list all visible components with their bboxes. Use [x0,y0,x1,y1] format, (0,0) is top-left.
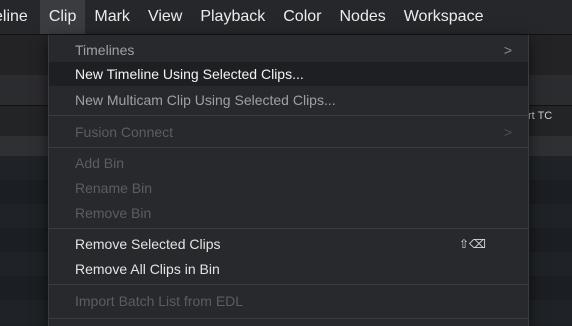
menu-item-fusion-connect[interactable]: Fusion Connect > [49,120,528,144]
clip-menu-dropdown: Timelines > New Timeline Using Selected … [48,35,529,326]
menu-item-new-multicam[interactable]: New Multicam Clip Using Selected Clips..… [49,88,528,112]
menu-item-label: New Multicam Clip Using Selected Clips..… [75,92,336,108]
menu-playback[interactable]: Playback [191,0,274,34]
menu-workspace[interactable]: Workspace [395,0,493,34]
menu-item-rename-bin[interactable]: Rename Bin [49,176,528,200]
chevron-right-icon: > [503,42,512,58]
chevron-right-icon: > [503,124,512,140]
menu-view[interactable]: View [139,0,191,34]
menu-item-label: Remove Bin [75,205,152,221]
menu-item-label: Rename Bin [75,180,153,196]
menu-separator [49,284,528,285]
keyboard-shortcut: ⇧⌫ [459,237,487,251]
start-tc-column-header[interactable]: rt TC [528,110,552,122]
menu-separator [49,318,528,319]
menu-item-remove-bin[interactable]: Remove Bin [49,201,528,225]
menu-item-timelines[interactable]: Timelines > [49,38,528,62]
menu-item-label: Timelines [75,42,135,58]
menu-item-import-batch-list[interactable]: Import Batch List from EDL [49,289,528,313]
menu-item-remove-all-clips[interactable]: Remove All Clips in Bin [49,257,528,281]
menu-item-label: Remove Selected Clips [75,236,221,252]
menu-clip[interactable]: Clip [39,0,86,34]
menu-separator [49,147,528,148]
menu-separator [49,228,528,229]
menu-mark[interactable]: Mark [85,0,139,34]
menu-item-label: Remove All Clips in Bin [75,261,220,277]
menu-nodes[interactable]: Nodes [330,0,394,34]
menu-bar: eline Clip Mark View Playback Color Node… [0,0,572,35]
menu-separator [49,115,528,116]
menu-item-add-bin[interactable]: Add Bin [49,151,528,175]
menu-item-remove-selected-clips[interactable]: Remove Selected Clips ⇧⌫ [49,232,528,256]
menu-item-label: Import Batch List from EDL [75,293,244,309]
menu-item-label: Fusion Connect [75,124,174,140]
app-window: rt TC eline Clip Mark View Playback Colo… [0,0,572,326]
menu-color[interactable]: Color [274,0,330,34]
menu-item-new-timeline[interactable]: New Timeline Using Selected Clips... [49,62,528,86]
menu-item-label: Add Bin [75,155,125,171]
menu-timeline[interactable]: eline [0,0,40,34]
menu-item-label: New Timeline Using Selected Clips... [75,66,304,82]
